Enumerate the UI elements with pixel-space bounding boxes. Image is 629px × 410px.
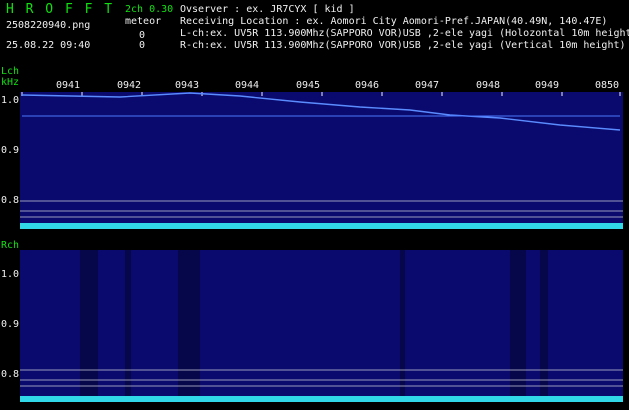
- version-label: 2ch 0.30: [125, 4, 174, 15]
- location-line: Receiving Location : ex. Aomori City Aom…: [180, 16, 608, 27]
- rch-spectrogram: [20, 250, 623, 402]
- filename: 2508220940.png: [6, 20, 91, 31]
- rch-level-bar: [20, 396, 623, 402]
- lch-spectrogram: [20, 92, 623, 229]
- observer-line: Ovserver : ex. JR7CYX [ kid ]: [180, 4, 355, 15]
- header: H R O F F T 2ch 0.30 2508220940.png mete…: [0, 0, 629, 64]
- spectrogram-display: [20, 92, 623, 402]
- lch-info-line: L-ch:ex. UV5R 113.900Mhz(SAPPORO VOR)USB…: [180, 28, 629, 39]
- lch-level-bar: [20, 223, 623, 229]
- meteor-count-r: 0: [139, 40, 146, 51]
- meteor-label: meteor: [125, 16, 162, 27]
- rch-info-line: R-ch:ex. UV5R 113.900Mhz(SAPPORO VOR)USB…: [180, 40, 626, 51]
- app-name: H R O F F T: [6, 2, 115, 17]
- datetime: 25.08.22 09:40: [6, 40, 91, 51]
